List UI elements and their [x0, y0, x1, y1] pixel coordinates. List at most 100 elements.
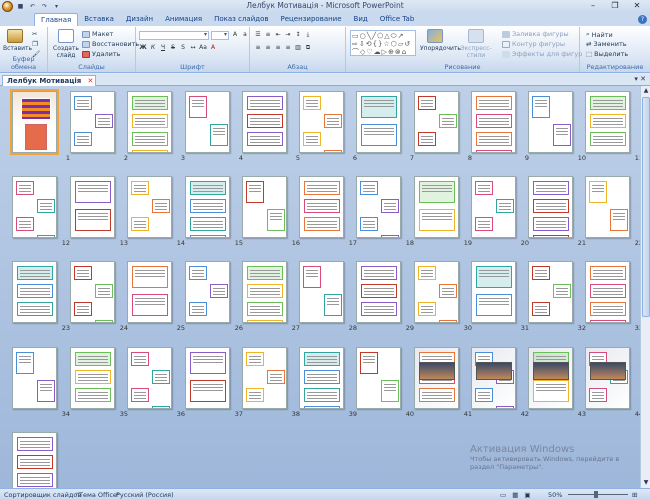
close-button[interactable]: ✕: [626, 0, 648, 12]
slide-thumbnail[interactable]: [528, 347, 573, 409]
grow-font-icon[interactable]: A: [231, 31, 239, 39]
underline-icon[interactable]: Ч: [159, 44, 167, 52]
slide-thumbnail[interactable]: [185, 261, 230, 323]
strikethrough-icon[interactable]: S: [169, 44, 177, 52]
slide-thumbnail[interactable]: [185, 176, 230, 238]
copy-icon[interactable]: ❐: [32, 40, 38, 48]
tab-slideshow[interactable]: Показ слайдов: [208, 13, 274, 26]
slide-thumbnail[interactable]: [12, 176, 57, 238]
increase-indent-icon[interactable]: ⇥: [284, 31, 292, 39]
help-icon[interactable]: ?: [638, 15, 647, 24]
tab-insert[interactable]: Вставка: [78, 13, 120, 26]
slide-thumbnail[interactable]: [70, 347, 115, 409]
slide-thumbnail[interactable]: [414, 176, 459, 238]
font-size-combo[interactable]: [211, 31, 229, 40]
decrease-indent-icon[interactable]: ⇤: [274, 31, 282, 39]
align-left-icon[interactable]: ≡: [254, 44, 262, 52]
delete-button[interactable]: Удалить: [82, 50, 120, 58]
scroll-down-icon[interactable]: ▼: [641, 478, 650, 488]
slide-thumbnail[interactable]: [414, 91, 459, 153]
slide-thumbnail[interactable]: [471, 91, 516, 153]
quick-styles-button[interactable]: Экспресс-стили: [454, 29, 498, 61]
slide-thumbnail[interactable]: [585, 261, 630, 323]
italic-icon[interactable]: К: [149, 44, 157, 52]
case-icon[interactable]: Aa: [199, 44, 207, 52]
slide-thumbnail[interactable]: [356, 347, 401, 409]
tab-view[interactable]: Вид: [348, 13, 374, 26]
bullets-icon[interactable]: ☰: [254, 31, 262, 39]
shrink-font-icon[interactable]: a: [241, 31, 249, 39]
fit-window-icon[interactable]: ⊞: [632, 490, 637, 500]
font-name-combo[interactable]: [139, 31, 209, 40]
tab-review[interactable]: Рецензирование: [275, 13, 348, 26]
scroll-up-icon[interactable]: ▲: [641, 86, 650, 96]
select-button[interactable]: ⬚ Выделить: [586, 50, 628, 58]
zoom-slider-thumb[interactable]: [594, 491, 598, 498]
shape-effects-button[interactable]: Эффекты для фигур: [502, 50, 582, 58]
slide-thumbnail[interactable]: [127, 176, 172, 238]
slide-thumbnail[interactable]: [70, 261, 115, 323]
tab-list-chevron-icon[interactable]: ▾ ✕: [634, 75, 646, 83]
justify-icon[interactable]: ≡: [284, 44, 292, 52]
slide-thumbnail[interactable]: [585, 176, 630, 238]
columns-icon[interactable]: ▥: [294, 44, 302, 52]
close-tab-icon[interactable]: ✕: [87, 76, 93, 86]
slide-thumbnail[interactable]: [299, 91, 344, 153]
slide-thumbnail[interactable]: [10, 89, 59, 155]
text-direction-icon[interactable]: ⤓: [304, 31, 312, 39]
find-button[interactable]: ⌕ Найти: [586, 30, 613, 39]
slide-thumbnail[interactable]: [127, 91, 172, 153]
slide-thumbnail[interactable]: [242, 91, 287, 153]
slide-thumbnail[interactable]: [242, 176, 287, 238]
slide-thumbnail[interactable]: [471, 261, 516, 323]
arrange-button[interactable]: Упорядочить: [420, 29, 461, 61]
slide-thumbnail[interactable]: [70, 91, 115, 153]
vertical-scrollbar[interactable]: ▲ ▼: [640, 86, 650, 488]
cut-icon[interactable]: ✂: [32, 30, 37, 38]
slide-thumbnail[interactable]: [299, 176, 344, 238]
slide-thumbnail[interactable]: [12, 432, 57, 488]
slide-thumbnail[interactable]: [242, 261, 287, 323]
slide-thumbnail[interactable]: [127, 347, 172, 409]
scrollbar-thumb[interactable]: [642, 97, 650, 317]
slide-thumbnail[interactable]: [12, 261, 57, 323]
shape-outline-button[interactable]: Контур фигуры: [502, 40, 565, 48]
shadow-icon[interactable]: S: [179, 44, 187, 52]
slide-thumbnail[interactable]: [12, 347, 57, 409]
slide-thumbnail[interactable]: [528, 91, 573, 153]
slide-thumbnail[interactable]: [299, 347, 344, 409]
slide-thumbnail[interactable]: [185, 347, 230, 409]
reset-button[interactable]: Восстановить: [82, 40, 139, 48]
slide-thumbnail[interactable]: [242, 347, 287, 409]
spacing-icon[interactable]: ↔: [189, 44, 197, 52]
view-buttons[interactable]: ▭ ▦ ▣: [500, 490, 533, 500]
slide-thumbnail[interactable]: [528, 176, 573, 238]
smartart-icon[interactable]: ⧉: [304, 44, 312, 52]
line-spacing-icon[interactable]: ↕: [294, 31, 302, 39]
bold-icon[interactable]: Ж: [139, 44, 147, 52]
slide-thumbnail[interactable]: [127, 261, 172, 323]
zoom-level[interactable]: 50%: [548, 490, 562, 500]
document-tab[interactable]: Лелбук Мотивація ✕: [2, 75, 97, 86]
tab-home[interactable]: Главная: [34, 13, 79, 26]
layout-button[interactable]: Макет: [82, 30, 113, 38]
numbering-icon[interactable]: ≡: [264, 31, 272, 39]
slide-thumbnail[interactable]: [414, 261, 459, 323]
replace-button[interactable]: ⇄ Заменить: [586, 40, 627, 48]
tab-design[interactable]: Дизайн: [120, 13, 159, 26]
slide-thumbnail[interactable]: [356, 176, 401, 238]
slide-thumbnail[interactable]: [356, 91, 401, 153]
slide-thumbnail[interactable]: [414, 347, 459, 409]
slide-thumbnail[interactable]: [299, 261, 344, 323]
slide-thumbnail[interactable]: [585, 347, 630, 409]
slide-thumbnail[interactable]: [356, 261, 401, 323]
slide-thumbnail[interactable]: [471, 347, 516, 409]
align-right-icon[interactable]: ≡: [274, 44, 282, 52]
shape-fill-button[interactable]: Заливка фигуры: [502, 30, 569, 38]
new-slide-button[interactable]: Создать слайд: [52, 29, 80, 61]
slide-thumbnail[interactable]: [585, 91, 630, 153]
shapes-gallery[interactable]: ▭○╲╱⬠△⬭↗ ⇨⇩⟲{}☆⬡▱↺ ⌒◇♡☁▷⊕⊗⌂: [350, 30, 416, 56]
minimize-button[interactable]: –: [582, 0, 604, 12]
slide-thumbnail[interactable]: [528, 261, 573, 323]
tab-office-tab[interactable]: Office Tab: [374, 13, 421, 26]
